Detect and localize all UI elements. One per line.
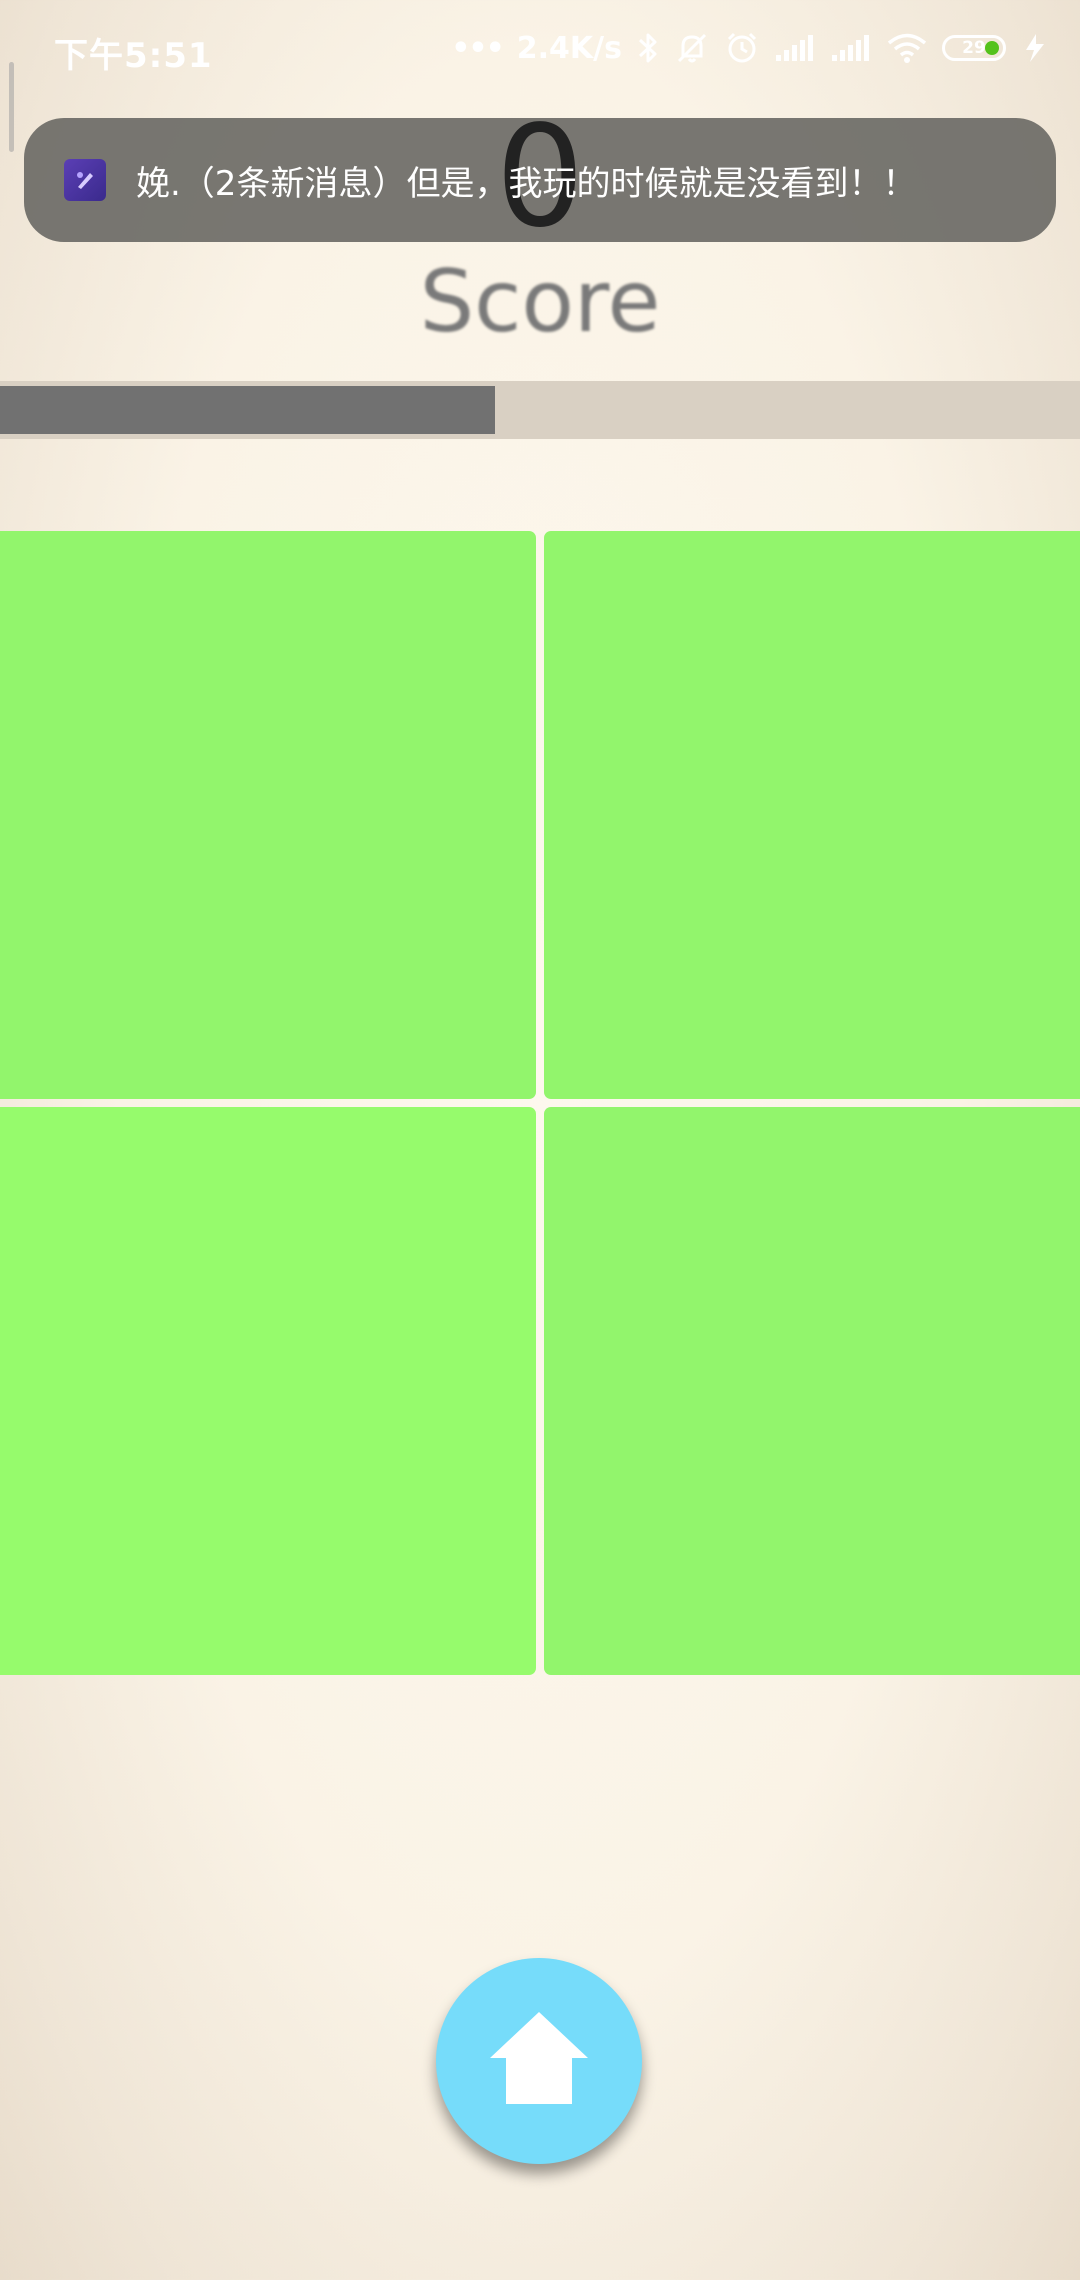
wifi-icon [886,32,928,64]
charging-icon [1020,32,1050,64]
status-icons: ••• 2.4K/s 29 [451,26,1050,70]
signal-icon [774,33,816,63]
home-button[interactable] [436,1958,642,2164]
tile-top-right[interactable] [544,531,1080,1099]
status-time: 下午5:51 [54,36,213,76]
mute-bell-icon [674,30,710,66]
status-bar: 下午5:51 ••• 2.4K/s 29 [0,0,1080,100]
notification-text: 娩.（2条新消息）但是，我玩的时候就是没看到！！ [136,163,917,204]
timer-fill [0,386,495,434]
alarm-icon [724,30,760,66]
battery-level: 29 [962,38,986,58]
tile-bottom-left[interactable] [0,1107,536,1675]
battery-fill [985,41,999,55]
signal-icon [830,33,872,63]
home-icon [484,2004,594,2118]
tile-top-left[interactable] [0,531,536,1099]
status-dots: ••• [451,30,505,66]
bluetooth-icon [636,31,660,65]
score-label: Score [419,252,661,352]
network-speed: 2.4K/s [516,30,622,66]
tile-bottom-right[interactable] [544,1107,1080,1675]
battery-icon: 29 [942,35,1006,61]
